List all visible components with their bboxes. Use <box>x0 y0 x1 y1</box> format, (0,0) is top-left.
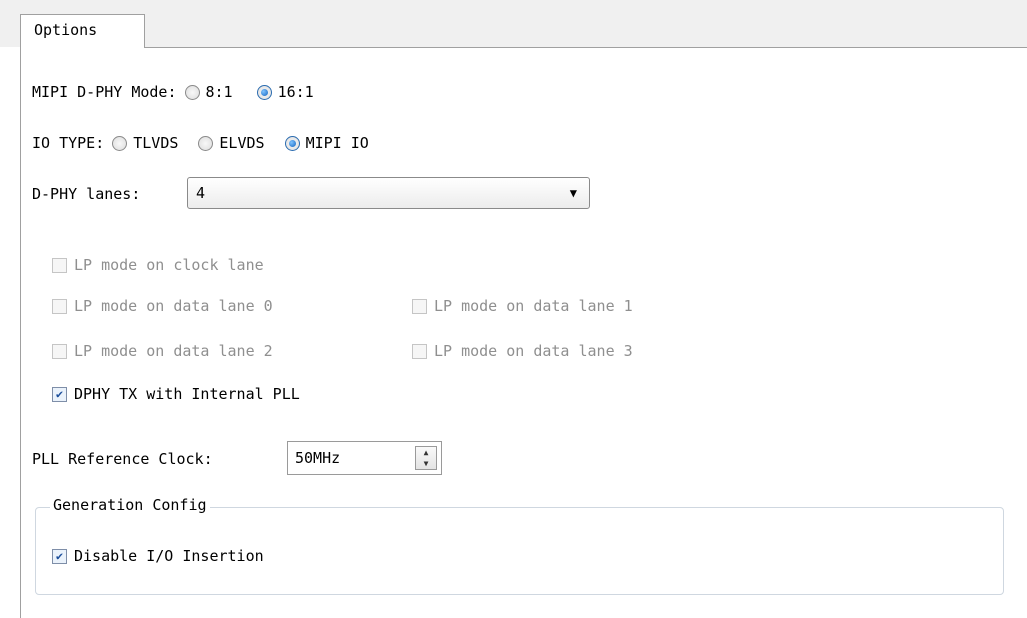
io-type-tlvds-radio[interactable] <box>112 135 128 151</box>
disable-io-checkbox[interactable]: ✔ <box>52 548 67 564</box>
io-type-label: IO TYPE: <box>32 134 105 152</box>
disable-io-row: ✔ Disable I/O Insertion <box>52 547 264 565</box>
io-type-mipi-io-radio[interactable] <box>284 135 300 151</box>
tab-options-label: Options <box>34 21 98 39</box>
dphy-lanes-select[interactable]: 4 ▼ <box>187 177 590 209</box>
chevron-down-icon[interactable]: ▼ <box>570 186 577 200</box>
lp-data1-label: LP mode on data lane 1 <box>434 297 633 315</box>
lp-clock-checkbox[interactable] <box>52 257 67 273</box>
io-type-mipi-io-label[interactable]: MIPI IO <box>306 134 369 152</box>
pll-ref-row: PLL Reference Clock: <box>32 450 213 468</box>
lp-data0-row: LP mode on data lane 0 <box>52 297 273 315</box>
io-type-row: IO TYPE: TLVDS ELVDS MIPI IO <box>32 134 369 152</box>
radio-selected-dot <box>260 88 268 96</box>
tab-options[interactable]: Options <box>20 14 145 48</box>
lp-data1-row: LP mode on data lane 1 <box>412 297 633 315</box>
pll-ref-value[interactable]: 50MHz <box>295 449 340 467</box>
mipi-mode-16-1-label[interactable]: 16:1 <box>278 83 314 101</box>
io-type-elvds-label[interactable]: ELVDS <box>219 134 264 152</box>
radio-selected-dot <box>288 139 296 147</box>
lp-data2-label: LP mode on data lane 2 <box>74 342 273 360</box>
spin-up-icon[interactable]: ▲ <box>424 447 429 458</box>
dphy-lanes-label: D-PHY lanes: <box>32 185 141 203</box>
pll-ref-spinbox[interactable]: 50MHz ▲ ▼ <box>287 441 442 475</box>
mipi-mode-8-1-radio[interactable] <box>184 84 200 100</box>
dphy-tx-pll-row: ✔ DPHY TX with Internal PLL <box>52 385 300 403</box>
dphy-lanes-value: 4 <box>196 184 206 202</box>
tab-strip <box>0 0 1027 47</box>
lp-data3-row: LP mode on data lane 3 <box>412 342 633 360</box>
lp-data2-checkbox[interactable] <box>52 343 67 359</box>
dphy-tx-pll-label: DPHY TX with Internal PLL <box>74 385 300 403</box>
io-type-elvds-radio[interactable] <box>198 135 214 151</box>
lp-data2-row: LP mode on data lane 2 <box>52 342 273 360</box>
mipi-mode-row: MIPI D-PHY Mode: 8:1 16:1 <box>32 83 314 101</box>
lp-data3-label: LP mode on data lane 3 <box>434 342 633 360</box>
lp-data1-checkbox[interactable] <box>412 298 427 314</box>
disable-io-label: Disable I/O Insertion <box>74 547 264 565</box>
check-icon: ✔ <box>55 387 64 401</box>
spin-down-icon[interactable]: ▼ <box>424 458 429 469</box>
io-type-tlvds-label[interactable]: TLVDS <box>133 134 178 152</box>
lp-data0-checkbox[interactable] <box>52 298 67 314</box>
lp-clock-row: LP mode on clock lane <box>52 256 264 274</box>
mipi-mode-label: MIPI D-PHY Mode: <box>32 83 177 101</box>
lp-data0-label: LP mode on data lane 0 <box>74 297 273 315</box>
mipi-mode-16-1-radio[interactable] <box>256 84 272 100</box>
mipi-mode-8-1-label[interactable]: 8:1 <box>206 83 233 101</box>
lp-data3-checkbox[interactable] <box>412 343 427 359</box>
dphy-lanes-row: D-PHY lanes: <box>32 185 140 203</box>
generation-config-title: Generation Config <box>50 496 210 514</box>
lp-clock-label: LP mode on clock lane <box>74 256 264 274</box>
pll-ref-label: PLL Reference Clock: <box>32 450 213 468</box>
dphy-tx-pll-checkbox[interactable]: ✔ <box>52 386 67 402</box>
spin-buttons: ▲ ▼ <box>415 446 437 470</box>
check-icon: ✔ <box>55 549 64 563</box>
